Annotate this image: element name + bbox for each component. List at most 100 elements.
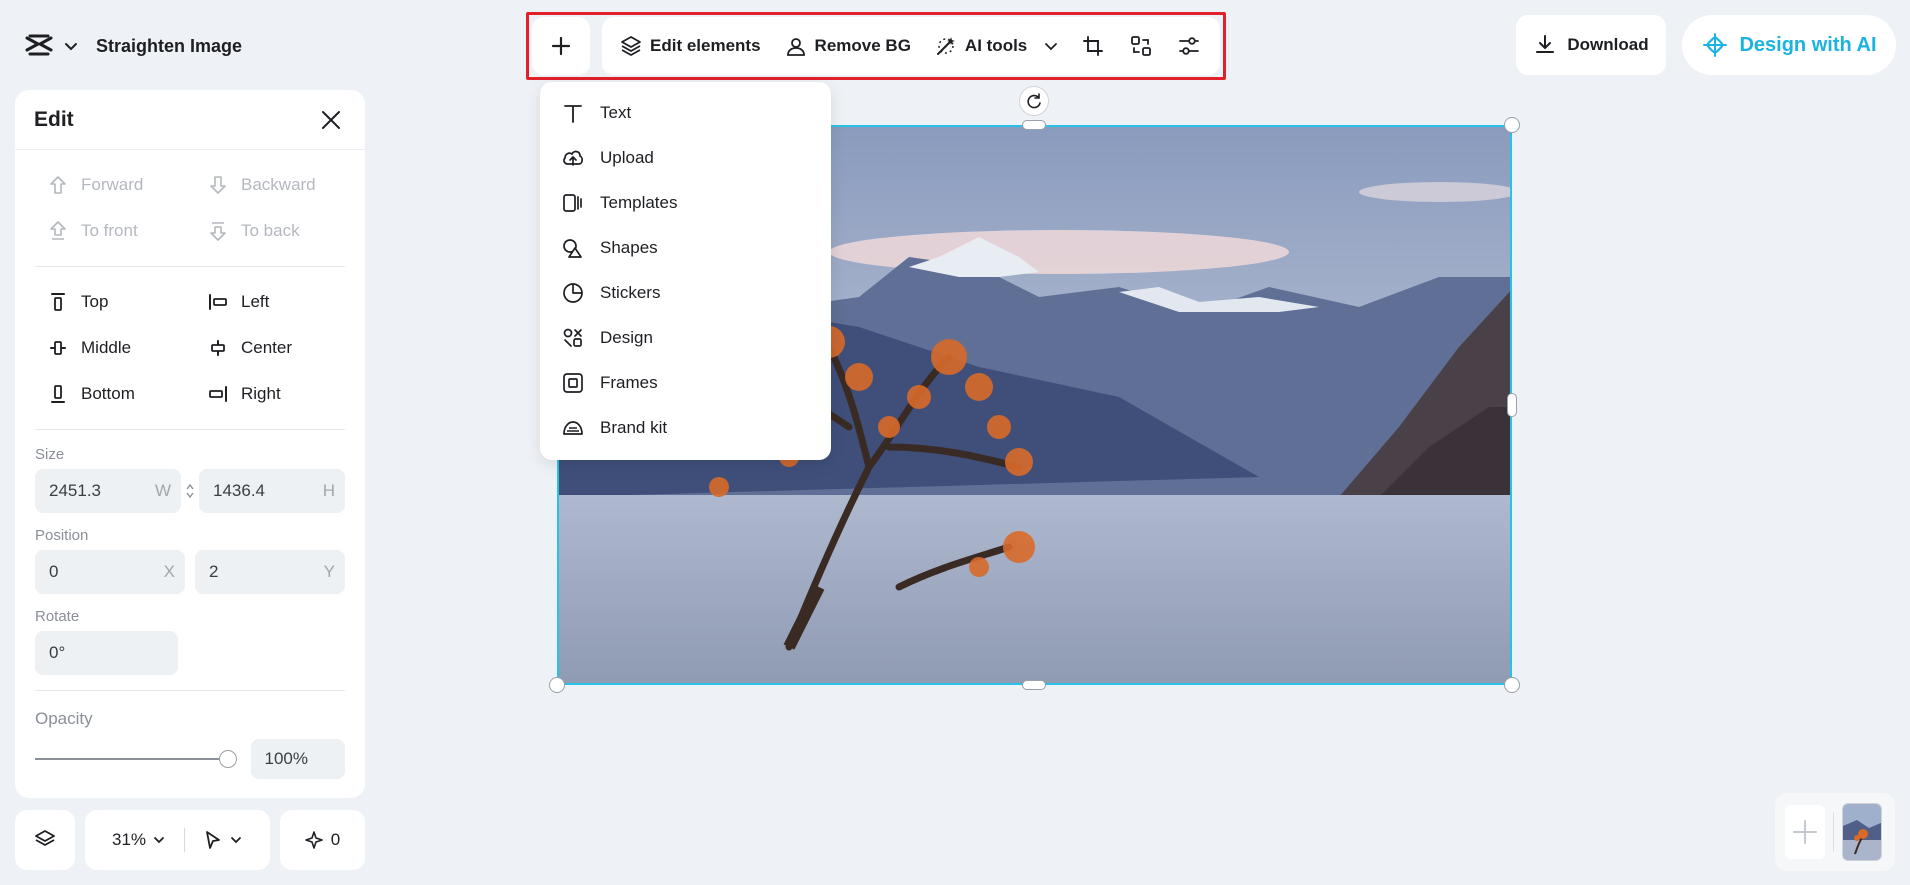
menu-item-shapes[interactable]: Shapes (540, 225, 831, 270)
page-thumbnail[interactable] (1842, 803, 1882, 861)
crop-button[interactable] (1069, 26, 1117, 66)
menu-item-label: Text (600, 102, 632, 122)
width-field[interactable]: 2451.3 W (35, 469, 181, 513)
download-button[interactable]: Download (1516, 15, 1666, 75)
edit-elements-label: Edit elements (650, 36, 761, 55)
plus-icon (551, 36, 571, 56)
align-top-icon (47, 291, 69, 313)
ai-credits-count: 0 (330, 830, 341, 849)
x-field[interactable]: 0 X (35, 550, 185, 594)
y-value: 2 (209, 562, 219, 581)
to-back-button[interactable]: To back (207, 208, 367, 254)
chevron-down-icon (1043, 38, 1059, 54)
backward-button[interactable]: Backward (207, 162, 367, 208)
y-field[interactable]: 2 Y (195, 550, 345, 594)
menu-item-frames[interactable]: Frames (540, 360, 831, 405)
resize-handle-bottom[interactable] (1022, 680, 1046, 690)
zoom-dropdown[interactable]: 31% (112, 830, 166, 850)
menu-item-label: Design (600, 327, 653, 347)
align-right-button[interactable]: Right (207, 371, 367, 417)
ai-sparkle-icon (1701, 31, 1729, 59)
sliders-icon (1179, 37, 1200, 55)
add-page-button[interactable] (1785, 805, 1825, 859)
height-suffix: H (322, 481, 335, 500)
menu-item-label: Shapes (600, 237, 658, 257)
menu-item-label: Brand kit (600, 417, 668, 437)
to-front-icon (47, 220, 69, 242)
opacity-field[interactable]: 100% (250, 739, 345, 779)
align-left-button[interactable]: Left (207, 279, 367, 325)
magic-wand-icon (935, 35, 957, 57)
align-right-label: Right (241, 384, 281, 403)
align-bottom-icon (47, 383, 69, 405)
page-thumbnail-image (1843, 804, 1881, 860)
flip-button[interactable] (1117, 26, 1165, 66)
chevron-down-icon[interactable] (62, 37, 80, 55)
resize-handle-right[interactable] (1507, 393, 1517, 417)
resize-handle-top[interactable] (1022, 120, 1046, 130)
menu-item-text[interactable]: Text (540, 90, 831, 135)
align-center-button[interactable]: Center (207, 325, 367, 371)
sticker-icon (560, 280, 586, 306)
forward-button[interactable]: Forward (47, 162, 207, 208)
align-top-button[interactable]: Top (47, 279, 207, 325)
page-strip (1775, 793, 1895, 871)
menu-item-design[interactable]: Design (540, 315, 831, 360)
design-icon (560, 325, 586, 351)
remove-bg-button[interactable]: Remove BG (785, 26, 911, 66)
resize-handle-bottom-right[interactable] (1504, 677, 1520, 693)
add-button[interactable] (532, 17, 590, 75)
element-toolbar: Edit elements Remove BG AI tools (602, 17, 1220, 75)
forward-label: Forward (81, 175, 144, 194)
adjust-button[interactable] (1165, 26, 1213, 66)
ai-tools-label: AI tools (964, 36, 1028, 55)
to-front-button[interactable]: To front (47, 208, 207, 254)
rotate-handle[interactable] (1019, 86, 1049, 116)
zoom-control: 31% (85, 810, 270, 870)
opacity-slider-knob[interactable] (218, 750, 237, 768)
menu-item-upload[interactable]: Upload (540, 135, 831, 180)
edit-panel-title: Edit (34, 107, 74, 131)
download-icon (1533, 33, 1557, 57)
x-suffix: X (163, 562, 175, 581)
edit-elements-button[interactable]: Edit elements (620, 26, 761, 66)
document-title[interactable]: Straighten Image (96, 36, 242, 57)
rotate-field[interactable]: 0° (35, 631, 178, 675)
person-cutout-icon (785, 35, 807, 57)
forward-icon (47, 174, 69, 196)
shapes-icon (560, 235, 586, 261)
ai-tools-button[interactable]: AI tools (935, 26, 1059, 66)
plus-icon (1793, 820, 1817, 844)
crop-icon (1083, 36, 1104, 56)
remove-bg-label: Remove BG (814, 36, 911, 55)
rotate-value: 0° (49, 643, 66, 662)
height-field[interactable]: 1436.4 H (199, 469, 345, 513)
menu-item-templates[interactable]: Templates (540, 180, 831, 225)
flip-icon (1131, 36, 1152, 56)
menu-item-stickers[interactable]: Stickers (540, 270, 831, 315)
align-left-label: Left (241, 292, 270, 311)
layers-button[interactable] (15, 810, 75, 870)
align-left-icon (207, 291, 229, 313)
menu-item-brand-kit[interactable]: Brand kit (540, 405, 831, 450)
pointer-tool-dropdown[interactable] (203, 830, 243, 850)
align-middle-button[interactable]: Middle (47, 325, 207, 371)
width-suffix: W (154, 481, 171, 500)
height-value: 1436.4 (213, 481, 265, 500)
align-bottom-label: Bottom (81, 384, 135, 403)
capcut-logo-icon (22, 29, 56, 63)
resize-handle-top-right[interactable] (1504, 117, 1520, 133)
align-right-icon (207, 383, 229, 405)
close-icon[interactable] (317, 106, 345, 134)
size-label: Size (35, 446, 65, 463)
menu-item-label: Frames (600, 372, 658, 392)
app-menu[interactable]: Straighten Image (12, 16, 262, 76)
design-with-ai-button[interactable]: Design with AI (1682, 15, 1896, 75)
opacity-slider[interactable] (35, 750, 237, 768)
to-back-label: To back (241, 221, 300, 240)
resize-handle-bottom-left[interactable] (549, 677, 565, 693)
ai-credits-button[interactable]: 0 (280, 810, 365, 870)
aspect-lock-icon[interactable] (185, 469, 195, 513)
align-bottom-button[interactable]: Bottom (47, 371, 207, 417)
menu-item-label: Templates (600, 192, 678, 212)
